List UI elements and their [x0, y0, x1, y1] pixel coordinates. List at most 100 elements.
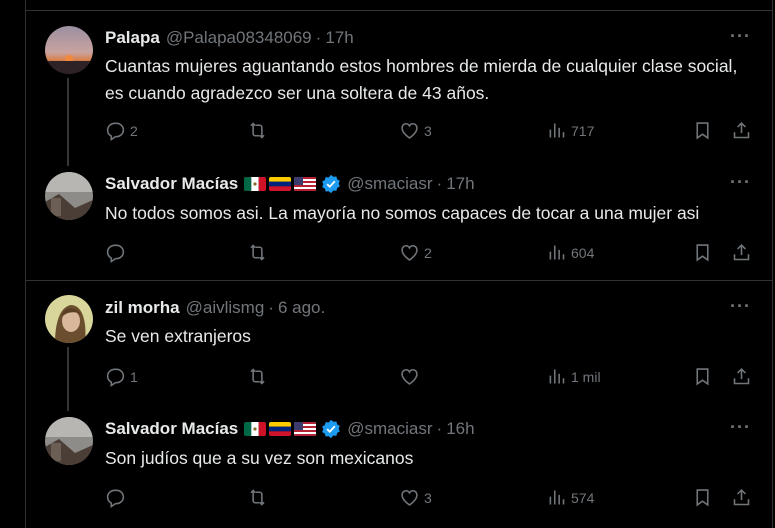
avatar[interactable] [45, 172, 93, 220]
avatar[interactable] [45, 26, 93, 74]
retweet-button[interactable] [247, 487, 272, 508]
tweet-text: No todos somos asi. La mayoría no somos … [105, 203, 700, 223]
share-icon [733, 121, 750, 139]
views-button[interactable]: 717 [546, 120, 594, 141]
tweet-header: Palapa @Palapa08348069 · 17h [105, 28, 354, 48]
views-count: 1 mil [571, 368, 601, 385]
verified-badge-icon[interactable] [321, 174, 341, 194]
author-handle[interactable]: @aivlismg [186, 298, 265, 318]
views-button[interactable]: 1 mil [546, 366, 601, 387]
tweet-actions: 2 604 [105, 242, 755, 266]
share-icon [733, 243, 750, 261]
reply-button[interactable] [105, 242, 130, 263]
tweet[interactable]: Salvador Macías @smaciasr · 17h ··· No t… [25, 160, 773, 280]
author-handle[interactable]: @Palapa08348069 [166, 28, 312, 48]
avatar[interactable] [45, 417, 93, 465]
bookmark-button[interactable] [692, 366, 713, 387]
reply-button[interactable] [105, 487, 130, 508]
separator-dot: · [315, 28, 322, 47]
verified-badge-icon[interactable] [321, 419, 341, 439]
reply-icon [106, 368, 125, 387]
share-button[interactable] [731, 120, 752, 141]
views-button[interactable]: 604 [546, 242, 594, 263]
timestamp[interactable]: 17h [325, 28, 353, 48]
author-name[interactable]: Salvador Macías [105, 419, 238, 439]
author-handle[interactable]: @smaciasr [347, 419, 432, 439]
avatar-sunset-image [45, 26, 93, 74]
author-handle[interactable]: @smaciasr [347, 174, 432, 194]
timestamp[interactable]: 6 ago. [278, 298, 325, 318]
share-button[interactable] [731, 487, 752, 508]
separator-dot: · [436, 174, 443, 193]
tweet-actions: 3 574 [105, 487, 755, 511]
more-options-button[interactable]: ··· [730, 417, 751, 438]
tweet[interactable]: Salvador Macías @smaciasr · 16h ··· Son … [25, 405, 773, 528]
heart-icon [401, 244, 418, 261]
tweet-header: Salvador Macías @smaciasr · 17h [105, 174, 475, 194]
heart-icon [401, 122, 418, 139]
bookmark-button[interactable] [692, 487, 713, 508]
thread-line [67, 78, 69, 166]
avatar[interactable] [45, 295, 93, 343]
reply-button[interactable]: 1 [105, 366, 138, 387]
bookmark-icon [696, 122, 709, 140]
author-name[interactable]: Palapa [105, 28, 160, 48]
retweet-icon [250, 122, 265, 139]
like-button[interactable]: 3 [399, 120, 432, 141]
author-name[interactable]: Salvador Macías [105, 174, 238, 194]
reply-button[interactable]: 2 [105, 120, 138, 141]
retweet-icon [250, 368, 265, 385]
views-chart-icon [549, 490, 565, 505]
like-button[interactable]: 3 [399, 487, 432, 508]
views-chart-icon [549, 123, 565, 138]
more-options-button[interactable]: ··· [730, 26, 751, 47]
reply-count: 1 [130, 368, 138, 385]
retweet-button[interactable] [247, 120, 272, 141]
views-count: 604 [571, 244, 595, 261]
tweet-text: Se ven extranjeros [105, 326, 251, 346]
like-button[interactable] [399, 366, 424, 387]
views-chart-icon [549, 369, 565, 384]
bookmark-button[interactable] [692, 120, 713, 141]
heart-icon [401, 489, 418, 506]
tweet-header: zil morha @aivlismg · 6 ago. [105, 298, 325, 318]
more-options-button[interactable]: ··· [730, 172, 751, 193]
views-count: 574 [571, 489, 595, 506]
reply-icon [106, 489, 125, 508]
share-icon [733, 367, 750, 385]
timestamp[interactable]: 16h [446, 419, 474, 439]
thread-line [67, 347, 69, 411]
tweet[interactable]: zil morha @aivlismg · 6 ago. ··· Se ven … [25, 281, 773, 411]
like-count: 2 [424, 244, 432, 261]
reply-icon [106, 244, 125, 263]
bookmark-button[interactable] [692, 242, 713, 263]
like-count: 3 [424, 122, 432, 139]
tweet-header: Salvador Macías @smaciasr · 16h [105, 419, 475, 439]
retweet-button[interactable] [247, 242, 272, 263]
retweet-button[interactable] [247, 366, 272, 387]
retweet-icon [250, 489, 265, 506]
mexico-flag-icon [244, 177, 267, 191]
like-button[interactable]: 2 [399, 242, 432, 263]
tweet-text: Son judíos que a su vez son mexicanos [105, 448, 414, 468]
share-button[interactable] [731, 366, 752, 387]
share-icon [733, 488, 750, 506]
reply-count: 2 [130, 122, 138, 139]
usa-flag-icon [294, 177, 317, 191]
like-count: 3 [424, 489, 432, 506]
usa-flag-icon [294, 422, 317, 436]
more-options-button[interactable]: ··· [730, 296, 751, 317]
tweet-actions: 1 1 mil [105, 366, 755, 390]
views-count: 717 [571, 122, 595, 139]
tweet-text: Cuantas mujeres aguantando estos hombres… [105, 56, 738, 103]
author-name[interactable]: zil morha [105, 298, 180, 318]
views-button[interactable]: 574 [546, 487, 594, 508]
views-chart-icon [549, 245, 565, 260]
bookmark-icon [696, 244, 709, 262]
avatar-photo-image [45, 417, 93, 465]
flag-emojis [244, 422, 317, 436]
share-button[interactable] [731, 242, 752, 263]
venezuela-flag-icon [269, 422, 292, 436]
tweet-actions: 2 3 717 [105, 120, 755, 144]
timestamp[interactable]: 17h [446, 174, 474, 194]
